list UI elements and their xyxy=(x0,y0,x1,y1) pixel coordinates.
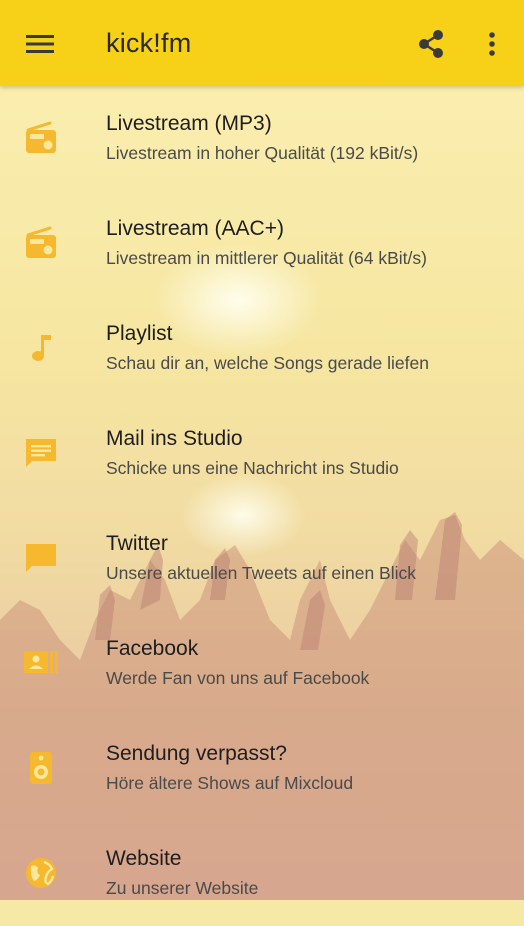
menu-list: Livestream (MP3) Livestream in hoher Qua… xyxy=(0,86,524,926)
menu-button[interactable] xyxy=(20,28,60,60)
message-icon xyxy=(26,439,56,467)
item-subtitle: Schau dir an, welche Songs gerade liefen xyxy=(106,353,429,373)
speaker-icon xyxy=(30,752,52,784)
globe-icon xyxy=(26,858,56,888)
item-subtitle: Werde Fan von uns auf Facebook xyxy=(106,668,370,688)
list-item-twitter[interactable]: Twitter Unsere aktuellen Tweets auf eine… xyxy=(0,506,524,611)
radio-icon xyxy=(26,121,56,153)
list-item-playlist[interactable]: Playlist Schau dir an, welche Songs gera… xyxy=(0,296,524,401)
item-subtitle: Livestream in mittlerer Qualität (64 kBi… xyxy=(106,248,427,268)
music-note-icon xyxy=(32,335,51,361)
list-item-website[interactable]: Website Zu unserer Website xyxy=(0,821,524,926)
item-subtitle: Livestream in hoher Qualität (192 kBit/s… xyxy=(106,143,419,163)
more-options-button[interactable] xyxy=(478,26,506,62)
list-item-facebook[interactable]: Facebook Werde Fan von uns auf Facebook xyxy=(0,611,524,716)
menu-icon xyxy=(26,35,54,53)
chat-bubble-icon xyxy=(26,544,56,572)
radio-icon xyxy=(26,226,56,258)
item-title: Playlist xyxy=(106,322,173,345)
app-bar: kick!fm xyxy=(0,0,524,86)
item-title: Livestream (AAC+) xyxy=(106,217,284,240)
list-item-livestream-mp3[interactable]: Livestream (MP3) Livestream in hoher Qua… xyxy=(0,86,524,191)
item-title: Facebook xyxy=(106,637,199,660)
item-subtitle: Unsere aktuellen Tweets auf einen Blick xyxy=(106,563,416,583)
item-subtitle: Höre ältere Shows auf Mixcloud xyxy=(106,773,354,793)
list-item-livestream-aac[interactable]: Livestream (AAC+) Livestream in mittlere… xyxy=(0,191,524,296)
list-item-mail-studio[interactable]: Mail ins Studio Schicke uns eine Nachric… xyxy=(0,401,524,506)
contacts-icon xyxy=(24,651,58,673)
more-vert-icon xyxy=(489,32,495,56)
item-subtitle: Schicke uns eine Nachricht ins Studio xyxy=(106,458,399,478)
item-title: Mail ins Studio xyxy=(106,427,243,450)
share-icon xyxy=(419,30,443,58)
item-subtitle: Zu unserer Website xyxy=(106,878,259,898)
list-item-sendung-verpasst[interactable]: Sendung verpasst? Höre ältere Shows auf … xyxy=(0,716,524,821)
item-title: Website xyxy=(106,847,182,870)
item-title: Sendung verpasst? xyxy=(106,742,287,765)
app-title: kick!fm xyxy=(106,28,192,58)
item-title: Twitter xyxy=(106,532,168,555)
item-title: Livestream (MP3) xyxy=(106,112,272,135)
share-button[interactable] xyxy=(413,26,449,62)
